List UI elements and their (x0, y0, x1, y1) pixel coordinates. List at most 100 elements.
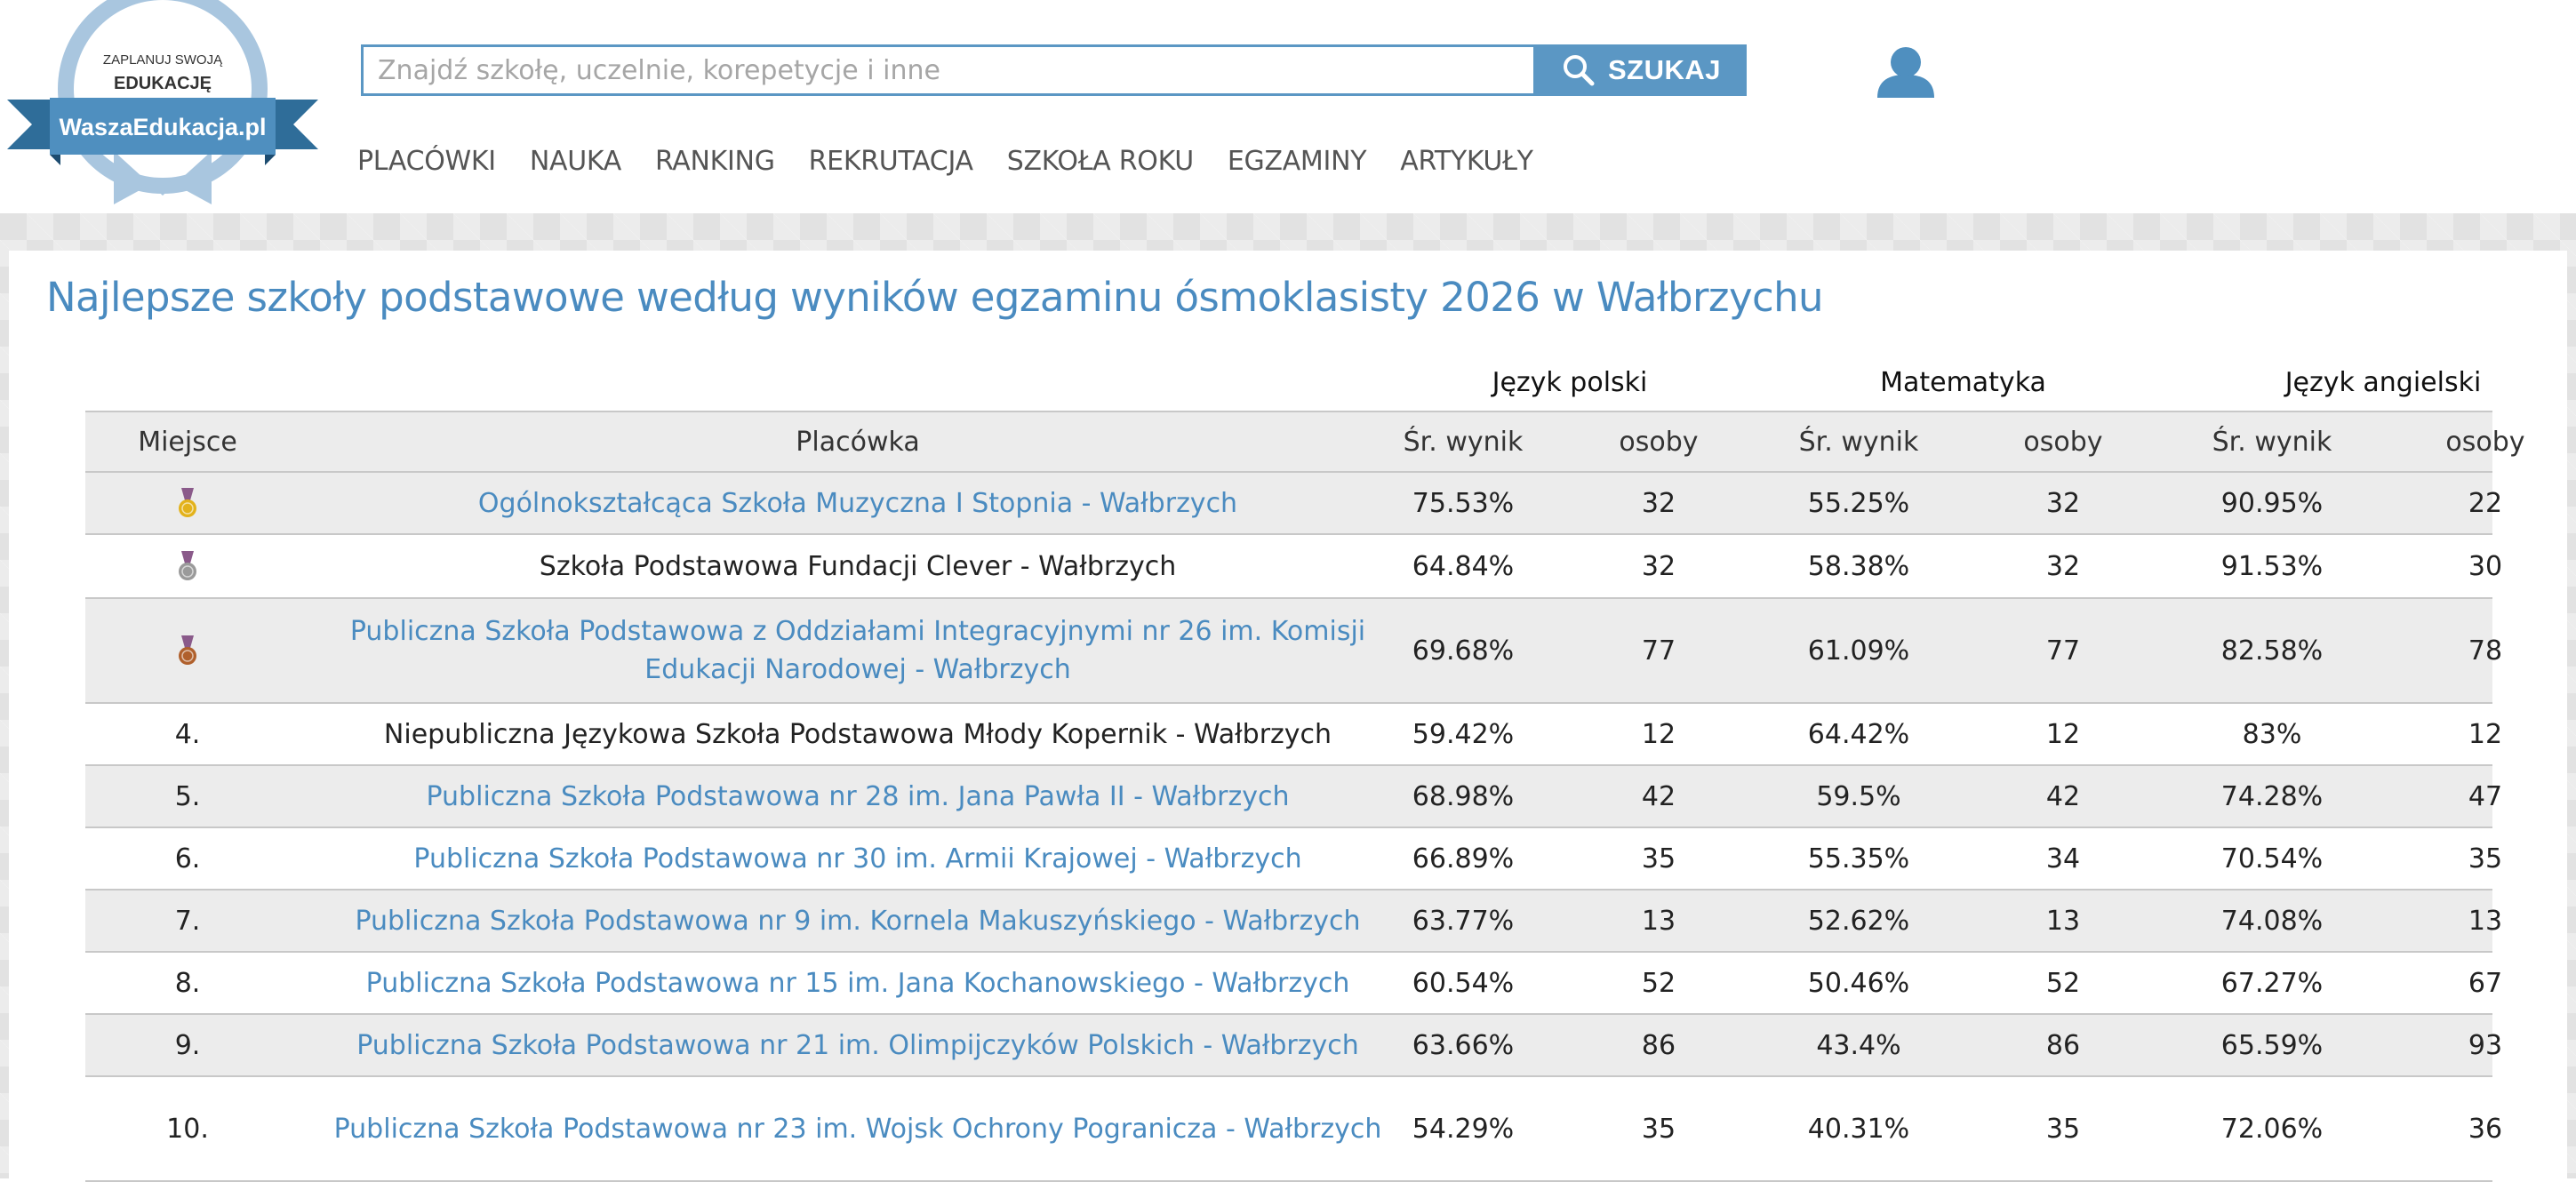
english-avg-cell: 74.08% (2220, 905, 2324, 937)
school-name-cell: Szkoła Podstawowa Fundacji Clever - Wałb… (290, 535, 1426, 597)
polish-people-cell: 35 (1641, 843, 1676, 875)
main-nav: PLACÓWKI NAUKA RANKING REKRUTACJA SZKOŁA… (357, 146, 1567, 177)
header-math-avg[interactable]: Śr. wynik (1770, 412, 1948, 471)
english-people-cell: 30 (2468, 550, 2503, 582)
math-people-cell: 52 (2045, 967, 2081, 999)
english-people-cell: 47 (2468, 780, 2503, 812)
polish-avg-cell: 54.29% (1412, 1113, 1515, 1145)
math-avg-cell: 64.42% (1807, 718, 1910, 750)
polish-avg-cell: 69.68% (1412, 635, 1515, 667)
school-link[interactable]: Publiczna Szkoła Podstawowa nr 15 im. Ja… (366, 964, 1350, 1002)
polish-avg-cell: 75.53% (1412, 487, 1515, 519)
english-avg-cell: 67.27% (2220, 967, 2324, 999)
rank-cell: 9. (174, 1029, 201, 1061)
search-button-label: SZUKAJ (1607, 54, 1721, 85)
medal-icon-gold (85, 473, 290, 533)
logo-graphic: ZAPLANUJ SWOJĄ EDUKACJĘ WaszaEdukacja.pl (7, 0, 318, 204)
math-people-cell: 32 (2045, 487, 2081, 519)
rank-cell: 5. (174, 780, 201, 812)
nav-item-egzaminy[interactable]: EGZAMINY (1228, 146, 1367, 177)
polish-people-cell: 86 (1641, 1029, 1676, 1061)
medal-icon-bronze (85, 599, 290, 702)
search-button[interactable]: SZUKAJ (1536, 44, 1747, 96)
polish-avg-cell: 68.98% (1412, 780, 1515, 812)
polish-people-cell: 52 (1641, 967, 1676, 999)
table-row: 7. Publiczna Szkoła Podstawowa nr 9 im. K… (85, 890, 2502, 953)
school-link[interactable]: Publiczna Szkoła Podstawowa nr 23 im. Wo… (334, 1110, 1382, 1148)
school-name-cell: Publiczna Szkoła Podstawowa nr 21 im. Ol… (290, 1015, 1426, 1075)
english-avg-cell: 74.28% (2220, 780, 2324, 812)
polish-avg-cell: 64.84% (1412, 550, 1515, 582)
header-school[interactable]: Placówka (290, 412, 1426, 471)
table-row: 8. Publiczna Szkoła Podstawowa nr 15 im. … (85, 953, 2502, 1015)
rank-cell: 4. (174, 718, 201, 750)
medal-icon-silver (85, 535, 290, 597)
user-icon[interactable] (1874, 41, 1938, 105)
polish-people-cell: 13 (1641, 905, 1676, 937)
site-header: ZAPLANUJ SWOJĄ EDUKACJĘ WaszaEdukacja.pl… (0, 0, 2576, 213)
math-avg-cell: 59.5% (1816, 780, 1901, 812)
english-avg-cell: 91.53% (2220, 550, 2324, 582)
polish-people-cell: 32 (1641, 487, 1676, 519)
math-avg-cell: 55.35% (1807, 843, 1910, 875)
math-people-cell: 34 (2045, 843, 2081, 875)
nav-item-artykuly[interactable]: ARTYKUŁY (1400, 146, 1533, 177)
nav-item-ranking[interactable]: RANKING (655, 146, 775, 177)
school-name-cell: Niepubliczna Językowa Szkoła Podstawowa … (290, 704, 1426, 764)
polish-avg-cell: 60.54% (1412, 967, 1515, 999)
math-avg-cell: 58.38% (1807, 550, 1910, 582)
header-math-people[interactable]: osoby (1970, 412, 2156, 471)
school-name-cell: Publiczna Szkoła Podstawowa nr 23 im. Wo… (290, 1077, 1426, 1180)
header-rank[interactable]: Miejsce (85, 412, 290, 471)
english-avg-cell: 70.54% (2220, 843, 2324, 875)
school-link[interactable]: Publiczna Szkoła Podstawowa nr 21 im. Ol… (356, 1026, 1359, 1065)
school-link[interactable]: Publiczna Szkoła Podstawowa nr 28 im. Ja… (426, 778, 1289, 816)
polish-avg-cell: 63.77% (1412, 905, 1515, 937)
math-avg-cell: 61.09% (1807, 635, 1910, 667)
group-header-english: Język angielski (2284, 366, 2482, 398)
rank-cell: 10. (166, 1113, 209, 1145)
school-name-cell: Publiczna Szkoła Podstawowa nr 15 im. Ja… (290, 953, 1426, 1013)
logo-brand-text: WaszaEdukacja.pl (59, 114, 266, 140)
english-avg-cell: 90.95% (2220, 487, 2324, 519)
math-avg-cell: 55.25% (1807, 487, 1910, 519)
polish-people-cell: 12 (1641, 718, 1676, 750)
polish-people-cell: 77 (1641, 635, 1676, 667)
table-row: 6. Publiczna Szkoła Podstawowa nr 30 im. … (85, 828, 2502, 890)
group-header-polish: Język polski (1492, 366, 1648, 398)
school-link[interactable]: Publiczna Szkoła Podstawowa z Oddziałami… (302, 612, 1413, 689)
school-name-cell: Publiczna Szkoła Podstawowa z Oddziałami… (290, 599, 1426, 702)
table-row: 5. Publiczna Szkoła Podstawowa nr 28 im. … (85, 766, 2502, 828)
nav-item-rekrutacja[interactable]: REKRUTACJA (809, 146, 973, 177)
math-people-cell: 42 (2045, 780, 2081, 812)
english-people-cell: 93 (2468, 1029, 2503, 1061)
math-people-cell: 86 (2045, 1029, 2081, 1061)
school-link[interactable]: Ogólnokształcąca Szkoła Muzyczna I Stopn… (478, 484, 1237, 523)
header-polish-people[interactable]: osoby (1552, 412, 1765, 471)
english-avg-cell: 82.58% (2220, 635, 2324, 667)
school-name-cell: Publiczna Szkoła Podstawowa nr 28 im. Ja… (290, 766, 1426, 827)
table-row: 9. Publiczna Szkoła Podstawowa nr 21 im. … (85, 1015, 2502, 1077)
rank-cell: 8. (174, 967, 201, 999)
math-people-cell: 13 (2045, 905, 2081, 937)
school-name-cell: Publiczna Szkoła Podstawowa nr 9 im. Kor… (290, 890, 1426, 951)
table-row: Szkoła Podstawowa Fundacji Clever - Wałb… (85, 535, 2502, 599)
school-link[interactable]: Publiczna Szkoła Podstawowa nr 9 im. Kor… (355, 902, 1360, 940)
header-english-people[interactable]: osoby (2388, 412, 2576, 471)
search-icon (1563, 55, 1595, 86)
english-avg-cell: 65.59% (2220, 1029, 2324, 1061)
school-name: Niepubliczna Językowa Szkoła Podstawowa … (383, 718, 1332, 750)
math-people-cell: 32 (2045, 550, 2081, 582)
header-english-avg[interactable]: Śr. wynik (2183, 412, 2361, 471)
header-polish-avg[interactable]: Śr. wynik (1374, 412, 1552, 471)
math-people-cell: 35 (2045, 1113, 2081, 1145)
school-name-cell: Publiczna Szkoła Podstawowa nr 30 im. Ar… (290, 828, 1426, 889)
school-link[interactable]: Publiczna Szkoła Podstawowa nr 30 im. Ar… (413, 840, 1301, 878)
site-logo[interactable]: ZAPLANUJ SWOJĄ EDUKACJĘ WaszaEdukacja.pl (7, 0, 318, 206)
nav-item-placowki[interactable]: PLACÓWKI (357, 146, 496, 177)
english-people-cell: 35 (2468, 843, 2503, 875)
nav-item-szkola-roku[interactable]: SZKOŁA ROKU (1007, 146, 1194, 177)
nav-item-nauka[interactable]: NAUKA (530, 146, 621, 177)
table-row: 4. Niepubliczna Językowa Szkoła Podstawow… (85, 704, 2502, 766)
search-input[interactable] (364, 47, 1537, 93)
